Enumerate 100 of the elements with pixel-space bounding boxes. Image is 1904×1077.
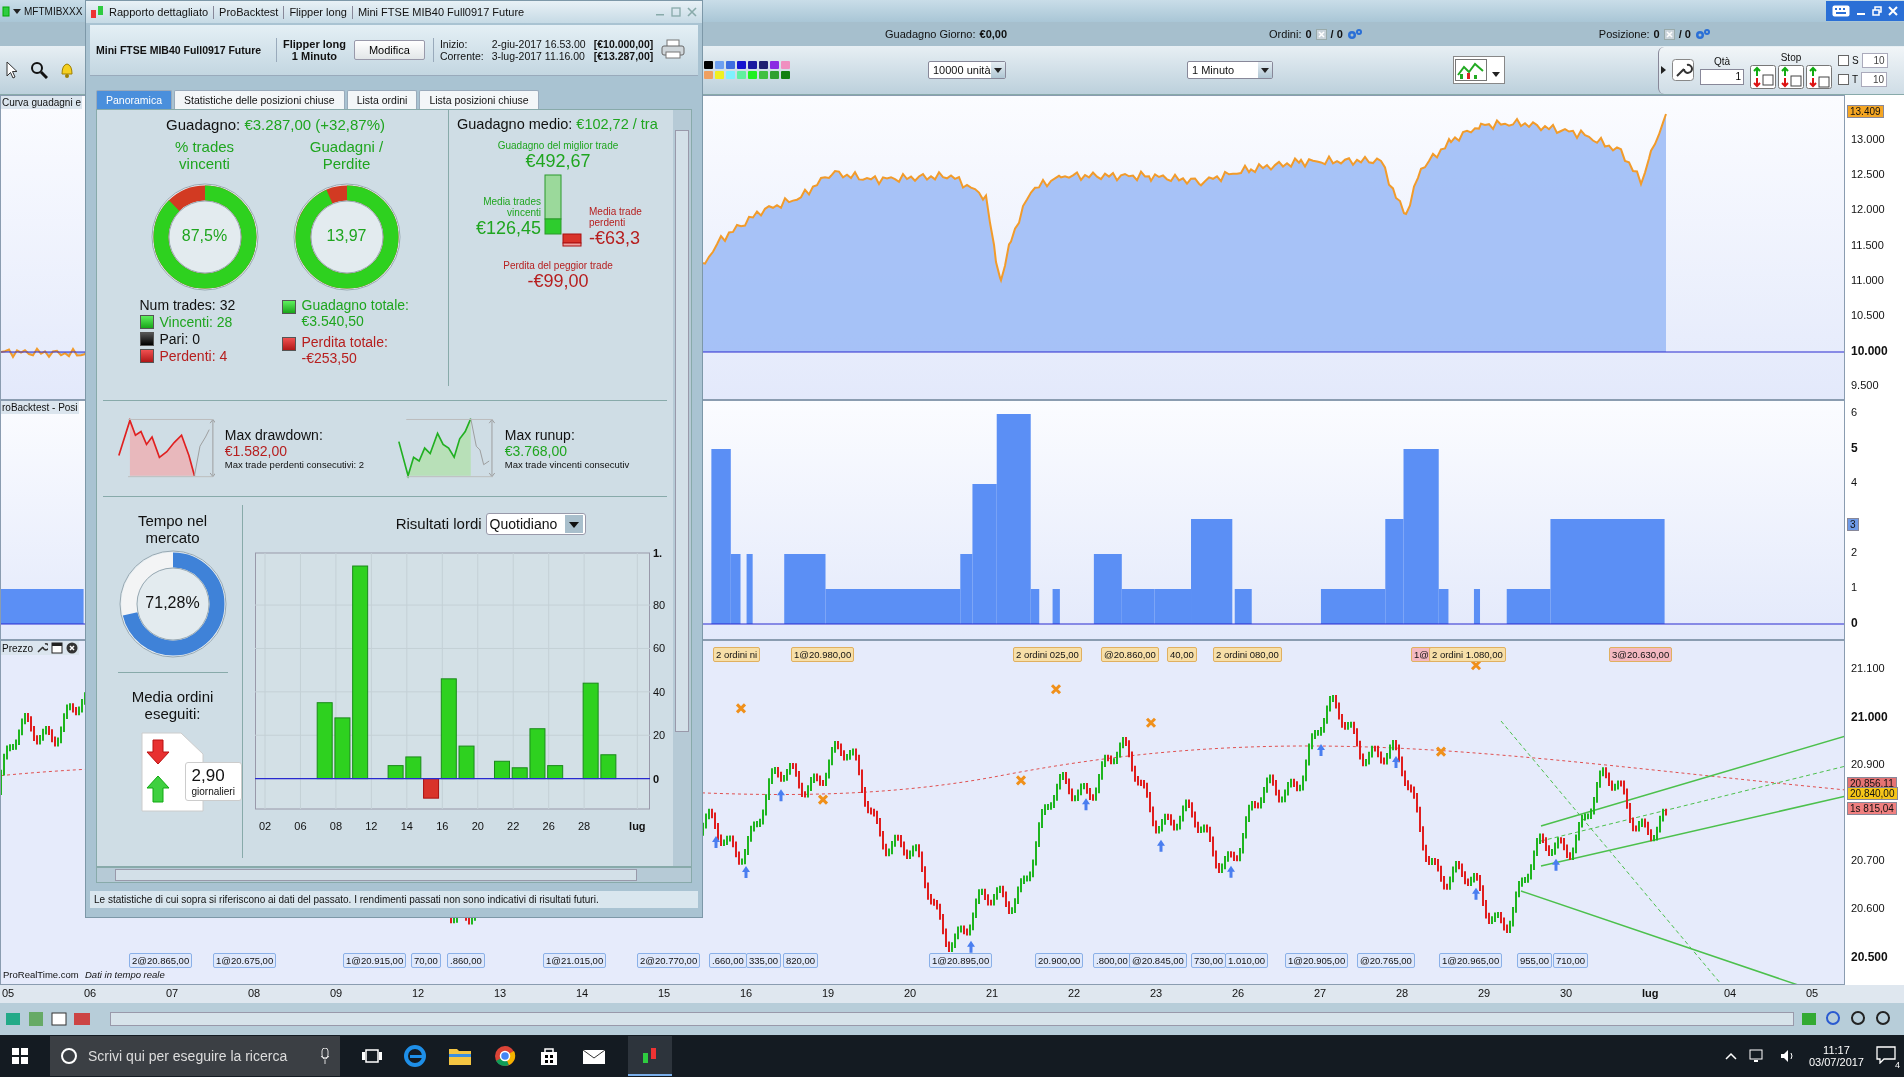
order-label: 1@20.965,00 [1439,953,1503,968]
timeframe-select[interactable]: 1 Minuto [1187,61,1273,79]
date-label: 22 [1068,987,1081,999]
drawdown-label: Max drawdown: [224,427,324,443]
stop-checkbox[interactable] [1838,55,1849,66]
search-icon[interactable] [30,61,48,79]
tab[interactable]: Statistiche delle posizioni chiuse [174,90,345,109]
best-trade-label: Guadagno del miglior trade [497,140,619,151]
browser-icon[interactable] [404,1045,426,1067]
buy-arrow-icon [1552,858,1560,871]
date-label: 04 [1724,987,1737,999]
close-icon[interactable] [66,642,79,654]
mail-icon[interactable] [582,1047,606,1065]
order-label: 40,00 [1167,647,1197,662]
buy-arrow-icon [1082,798,1090,811]
buy-arrow-icon [712,836,720,848]
gears-icon[interactable] [1694,28,1711,40]
stop-distance-input[interactable]: 10 [1861,72,1888,87]
buy-arrow-icon [742,866,750,878]
search-field[interactable]: Scrivi qui per eseguire la ricerca [86,1047,312,1065]
horizontal-scrollbar[interactable] [110,1012,1794,1026]
tab[interactable]: Lista ordini [346,90,418,109]
edit-button[interactable]: Modifica [353,40,425,60]
date-label: 29 [1478,987,1491,999]
cross-marker-icon [735,702,747,714]
keyboard-icon[interactable] [1832,5,1850,17]
order-label: 820,00 [783,953,819,968]
buy-arrow-icon [1227,865,1235,878]
order-label: @20.845,00 [1129,953,1187,968]
microphone-icon[interactable] [320,1048,330,1064]
quantity-input[interactable]: 1 [1700,68,1744,85]
stop-distance-input[interactable]: 10 [1861,53,1888,68]
axis-label: 12.000 [1851,203,1885,216]
average-orders-title: Media ordini eseguiti: [130,689,215,722]
horizontal-scrollbar[interactable] [96,867,692,883]
pointer-icon[interactable] [4,61,20,79]
gauge-title: % trades vincenti [173,139,236,174]
results-title: Risultati lordi [395,515,482,533]
site-name: ProRealTime.com [3,969,79,980]
gears-icon[interactable] [1346,28,1363,40]
trading-app-button[interactable] [628,1036,672,1076]
expand-icon[interactable] [1661,66,1666,74]
position-bar [1052,589,1060,624]
vertical-scrollbar[interactable] [673,110,691,866]
bell-icon[interactable] [58,61,76,79]
date-label: 26 [1232,987,1245,999]
day-gain-value: €0,00 [979,28,1008,40]
date-label: 12 [412,987,425,999]
chrome-icon[interactable] [494,1045,516,1067]
axis-label: 20 [471,820,484,832]
indicator-button[interactable] [1453,56,1505,84]
average-loss-label: Media trade perdenti [589,205,643,228]
time-in-market-title: Tempo nel mercato [136,513,209,546]
chevron-up-icon[interactable] [1724,1051,1737,1061]
restore-icon[interactable] [1872,6,1882,16]
wrench-icon[interactable] [1672,59,1694,81]
stop-order-icon[interactable] [1750,64,1776,89]
window-icon[interactable] [51,642,64,654]
axis-label: 5 [1851,441,1858,455]
axis-label: 0 [1851,616,1858,630]
order-label: 2 ordini ni [713,647,761,662]
folder-icon[interactable] [448,1046,472,1066]
window-title: Mini FTSE MIB40 Full0917 Future [357,6,525,18]
wrench-icon[interactable] [36,642,49,654]
axis-label: 1 [1851,581,1858,593]
tab[interactable]: Lista posizioni chiuse [419,90,539,109]
feed-status: Dati in tempo reale [85,969,165,980]
clock-date[interactable]: 03/07/2017 [1808,1056,1864,1068]
position-label: Posizione: [1598,28,1650,40]
quantity-select[interactable]: 10000 unità [928,61,1006,79]
gauge-title: Guadagni / Perdite [308,139,385,174]
order-label: .660,00 [709,953,747,968]
windows-logo-icon[interactable] [12,1048,28,1064]
stop-order-icon[interactable] [1806,64,1832,89]
stop-order-icon[interactable] [1778,64,1804,89]
stop-checkbox[interactable] [1838,74,1849,85]
clock-time[interactable]: 11:17 [1823,1044,1850,1056]
axis-label: 20.500 [1851,950,1888,964]
candle-icon [2,4,10,18]
average-loss-value: -€63,3 [589,227,642,249]
order-label: 2 ordini 025,00 [1013,647,1082,662]
pane-title: Prezzo [2,642,34,654]
color-palette[interactable] [704,61,790,79]
cross-marker-icon [1470,659,1482,671]
day-gain-label: Guadagno Giorno: [885,28,976,40]
window-title: Rapporto dettagliato [109,6,209,18]
cross-marker-icon [1435,746,1447,758]
symbol-label[interactable]: MFTMIBXXX [24,5,83,17]
axis-label: 16 [436,820,449,832]
task-view-icon[interactable] [362,1048,382,1064]
position-bar [746,554,753,624]
order-label: 2@20.770,00 [637,953,701,968]
period-select[interactable]: Quotidiano [485,513,587,535]
store-icon[interactable] [538,1045,560,1067]
orders-count: 0 [1305,28,1312,40]
axis-label: 2 [1851,546,1858,558]
caret-icon[interactable] [13,8,21,14]
printer-icon[interactable] [661,39,686,61]
order-label: 70,00 [411,953,441,968]
search-box[interactable]: Scrivi qui per eseguire la ricerca [50,1036,340,1076]
